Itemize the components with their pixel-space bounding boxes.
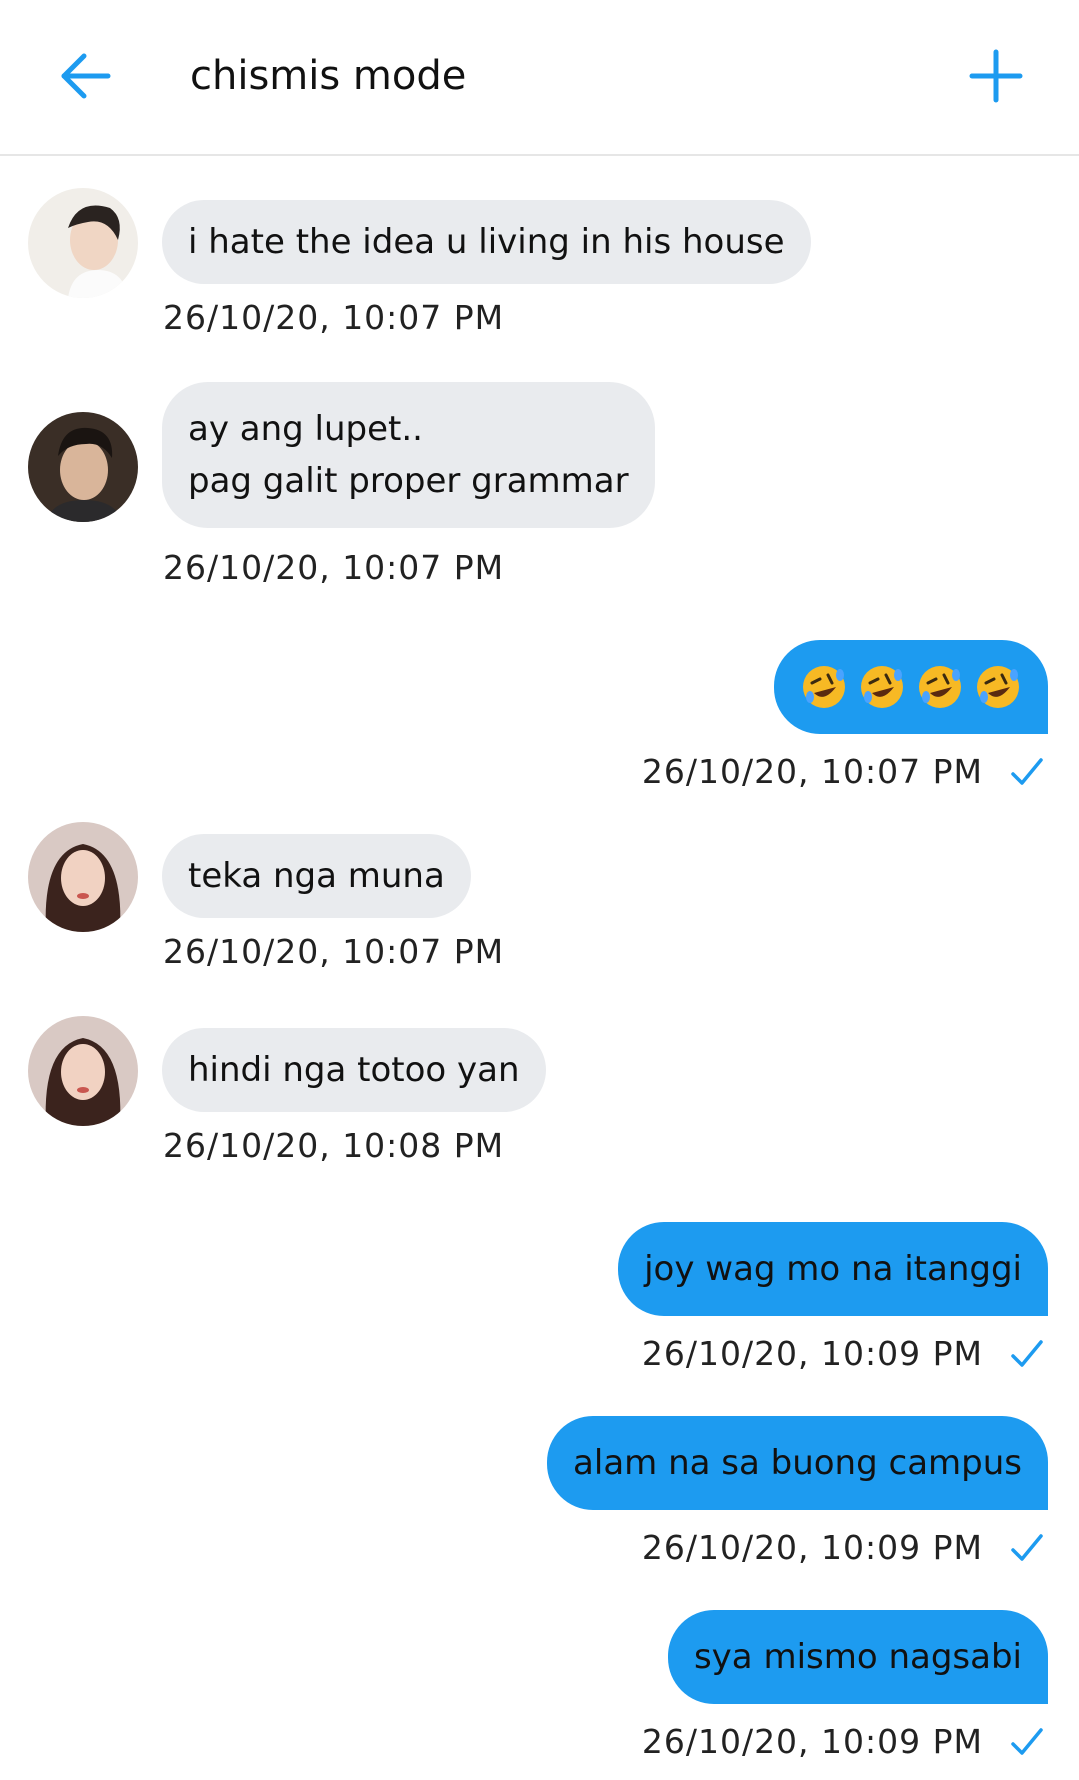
sent-check-icon bbox=[1011, 1728, 1043, 1755]
message-incoming: hindi nga totoo yan 26/10/20, 10:08 PM bbox=[0, 1016, 1079, 1166]
message-timestamp: 26/10/20, 10:07 PM bbox=[641, 752, 983, 791]
message-text-line-1: ay ang lupet.. bbox=[188, 409, 423, 449]
sent-check-icon bbox=[1011, 758, 1043, 785]
avatar-woman[interactable] bbox=[28, 1016, 138, 1126]
message-text: alam na sa buong campus bbox=[573, 1443, 1022, 1483]
message-bubble[interactable]: alam na sa buong campus bbox=[547, 1416, 1048, 1510]
message-bubble[interactable]: hindi nga totoo yan bbox=[162, 1028, 546, 1112]
message-bubble[interactable] bbox=[774, 640, 1048, 734]
chat-title: chismis mode bbox=[190, 53, 467, 99]
message-incoming: teka nga muna 26/10/20, 10:07 PM bbox=[0, 822, 1079, 972]
avatar-woman[interactable] bbox=[28, 822, 138, 932]
message-bubble[interactable]: ay ang lupet.. pag galit proper grammar bbox=[162, 382, 655, 528]
message-list[interactable]: i hate the idea u living in his house 26… bbox=[0, 160, 1079, 1780]
rolling-on-floor-laughing-emoji bbox=[919, 666, 961, 708]
message-text: sya mismo nagsabi bbox=[693, 1637, 1022, 1677]
rolling-on-floor-laughing-emoji bbox=[977, 666, 1019, 708]
message-bubble[interactable]: i hate the idea u living in his house bbox=[162, 200, 811, 284]
sent-check-icon bbox=[1011, 1340, 1043, 1367]
rolling-on-floor-laughing-emoji bbox=[861, 666, 903, 708]
message-text: i hate the idea u living in his house bbox=[188, 222, 785, 262]
rolling-on-floor-laughing-emoji bbox=[803, 666, 845, 708]
emoji-row bbox=[800, 640, 1022, 734]
message-text: joy wag mo na itanggi bbox=[644, 1249, 1022, 1289]
message-text: teka nga muna bbox=[188, 856, 445, 896]
message-outgoing: joy wag mo na itanggi 26/10/20, 10:09 PM bbox=[0, 1222, 1079, 1373]
avatar-man-2[interactable] bbox=[28, 412, 138, 522]
message-timestamp: 26/10/20, 10:09 PM bbox=[641, 1722, 983, 1761]
message-bubble[interactable]: teka nga muna bbox=[162, 834, 471, 918]
add-button[interactable] bbox=[958, 38, 1034, 114]
message-timestamp: 26/10/20, 10:08 PM bbox=[163, 1126, 505, 1165]
sent-check-icon bbox=[1011, 1534, 1043, 1561]
message-timestamp: 26/10/20, 10:07 PM bbox=[163, 298, 505, 337]
message-timestamp: 26/10/20, 10:07 PM bbox=[163, 548, 505, 587]
message-outgoing: alam na sa buong campus 26/10/20, 10:09 … bbox=[0, 1416, 1079, 1567]
message-timestamp: 26/10/20, 10:09 PM bbox=[641, 1528, 983, 1567]
message-text: hindi nga totoo yan bbox=[188, 1050, 520, 1090]
arrow-left-icon bbox=[61, 53, 111, 99]
message-outgoing: 26/10/20, 10:07 PM bbox=[0, 640, 1079, 791]
back-button[interactable] bbox=[50, 40, 122, 112]
message-bubble[interactable]: sya mismo nagsabi bbox=[667, 1610, 1048, 1704]
message-timestamp: 26/10/20, 10:09 PM bbox=[641, 1334, 983, 1373]
plus-icon bbox=[969, 49, 1023, 103]
message-bubble[interactable]: joy wag mo na itanggi bbox=[618, 1222, 1048, 1316]
message-text-line-2: pag galit proper grammar bbox=[188, 461, 629, 501]
chat-header: chismis mode bbox=[0, 0, 1079, 156]
message-incoming: i hate the idea u living in his house 26… bbox=[0, 188, 1079, 338]
avatar-man-1[interactable] bbox=[28, 188, 138, 298]
message-incoming: ay ang lupet.. pag galit proper grammar … bbox=[0, 382, 1079, 587]
message-timestamp: 26/10/20, 10:07 PM bbox=[163, 932, 505, 971]
message-outgoing: sya mismo nagsabi 26/10/20, 10:09 PM bbox=[0, 1610, 1079, 1770]
